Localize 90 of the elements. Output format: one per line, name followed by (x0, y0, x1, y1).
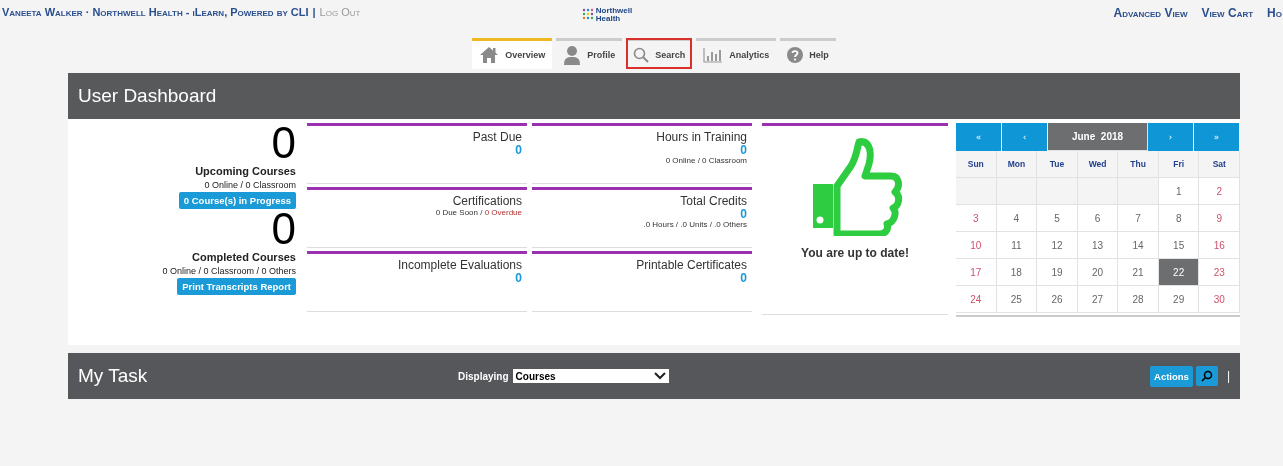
logo-text: Northwell (595, 7, 633, 15)
calendar-day[interactable]: 8 (1158, 205, 1200, 232)
tile-title: Incomplete Evaluations (396, 258, 522, 272)
calendar-day[interactable]: 3 (956, 205, 997, 232)
search-icon (633, 47, 650, 63)
tile-title: Printable Certificates (635, 258, 747, 272)
calendar-day[interactable]: 9 (1199, 205, 1241, 232)
caret-icon (653, 372, 666, 380)
tile-note: 0 Due Soon / 0 Overdue (434, 208, 522, 217)
next-year-button[interactable]: » (1194, 123, 1240, 151)
nav-link[interactable]: Ho (1267, 6, 1282, 20)
calendar-day[interactable]: 19 (1037, 259, 1078, 286)
user-info-text: Vaneeta Walker · Northwell Health - iLearn, Powered by CLI (2, 6, 309, 18)
actions-button[interactable]: Actions (1150, 365, 1193, 387)
calendar-day[interactable]: 29 (1158, 286, 1200, 313)
weekday-label: Sun (956, 151, 997, 178)
nav-link[interactable]: View Cart (1201, 6, 1254, 20)
calendar-day[interactable]: 22 (1158, 259, 1200, 286)
calendar-day[interactable]: 27 (1077, 286, 1119, 313)
calendar-day[interactable]: 20 (1077, 259, 1119, 286)
weekday-label: Thu (1118, 151, 1159, 178)
calendar-day[interactable]: 5 (1037, 205, 1078, 232)
month-title[interactable]: June 2018 (1048, 123, 1148, 151)
displaying-label: Displaying (458, 370, 509, 382)
action-button[interactable]: Print Transcripts Report (177, 278, 296, 295)
tile-note: .0 Hours / .0 Units / .0 Others (642, 220, 747, 229)
tile-title: Hours in Training (655, 130, 747, 144)
tab[interactable]: Analytics (696, 38, 777, 69)
summary-label: Upcoming Courses (195, 165, 296, 177)
calendar-day[interactable]: 17 (956, 259, 997, 286)
tile-title: Total Credits (679, 194, 747, 208)
calendar-day[interactable]: 21 (1118, 259, 1159, 286)
bar-chart-icon (703, 47, 724, 63)
tab[interactable]: Profile (556, 38, 623, 69)
calendar-day[interactable]: 28 (1118, 286, 1159, 313)
tile-value: 0 (739, 208, 747, 220)
weekday-label: Fri (1158, 151, 1200, 178)
divider-text: | (1226, 369, 1230, 383)
summary-label: Completed Courses (192, 251, 296, 263)
count-number: 0 (271, 123, 296, 163)
calendar-day[interactable]: 13 (1077, 232, 1119, 259)
nav-link[interactable]: Advanced View (1113, 6, 1188, 20)
weekday-label: Tue (1037, 151, 1078, 178)
tab[interactable]: Overview (472, 38, 553, 69)
person-icon (563, 45, 582, 65)
calendar-day[interactable]: 30 (1199, 286, 1241, 313)
help-icon (787, 47, 804, 63)
calendar-day[interactable]: 4 (996, 205, 1038, 232)
tile-value: 0 (514, 144, 522, 156)
calendar-day[interactable]: 11 (996, 232, 1038, 259)
tile-value: 0 (514, 272, 522, 284)
weekday-label: Sat (1199, 151, 1241, 178)
tile-title: Certifications (451, 194, 522, 208)
status-message: You are up to date! (801, 246, 909, 260)
calendar-day[interactable]: 26 (1037, 286, 1078, 313)
tile-value: 0 (740, 144, 747, 156)
task-title: My Task (78, 365, 149, 387)
previous-month-button[interactable]: ‹ (1002, 123, 1048, 151)
search-button[interactable] (1195, 366, 1218, 386)
summary-detail: 0 Online / 0 Classroom (204, 180, 296, 190)
summary-detail: 0 Online / 0 Classroom / 0 Others (162, 266, 296, 276)
separator-text: | (312, 6, 316, 18)
calendar-day[interactable]: 1 (1158, 178, 1200, 205)
calendar-day[interactable]: 23 (1199, 259, 1241, 286)
action-button[interactable]: 0 Course(s) in Progress (178, 192, 296, 209)
calendar-day[interactable]: 14 (1118, 232, 1159, 259)
next-month-button[interactable]: › (1148, 123, 1194, 151)
tile-note: 0 Online / 0 Classroom (664, 156, 747, 165)
courses-dropdown[interactable]: Courses (512, 369, 669, 383)
tile-value: 0 (739, 272, 747, 284)
previous-year-button[interactable]: « (956, 123, 1002, 151)
tab[interactable]: Help (780, 38, 836, 69)
calendar-day[interactable]: 16 (1199, 232, 1241, 259)
calendar-day[interactable]: 24 (956, 286, 997, 313)
logo-text: Health (595, 15, 622, 23)
home-icon (479, 46, 500, 64)
dashboard-title: User Dashboard (68, 73, 1240, 119)
tab[interactable]: Search (626, 38, 693, 69)
calendar-day[interactable]: 10 (956, 232, 997, 259)
count-number: 0 (271, 209, 296, 249)
calendar-day[interactable]: 6 (1077, 205, 1119, 232)
calendar-day[interactable]: 12 (1037, 232, 1078, 259)
calendar-day[interactable]: 7 (1118, 205, 1159, 232)
calendar-day[interactable]: 2 (1199, 178, 1241, 205)
search-icon (1200, 370, 1213, 382)
calendar-day[interactable]: 25 (996, 286, 1038, 313)
tile-title: Past Due (471, 130, 522, 144)
weekday-label: Wed (1077, 151, 1119, 178)
weekday-label: Mon (996, 151, 1038, 178)
calendar-day[interactable]: 18 (996, 259, 1038, 286)
